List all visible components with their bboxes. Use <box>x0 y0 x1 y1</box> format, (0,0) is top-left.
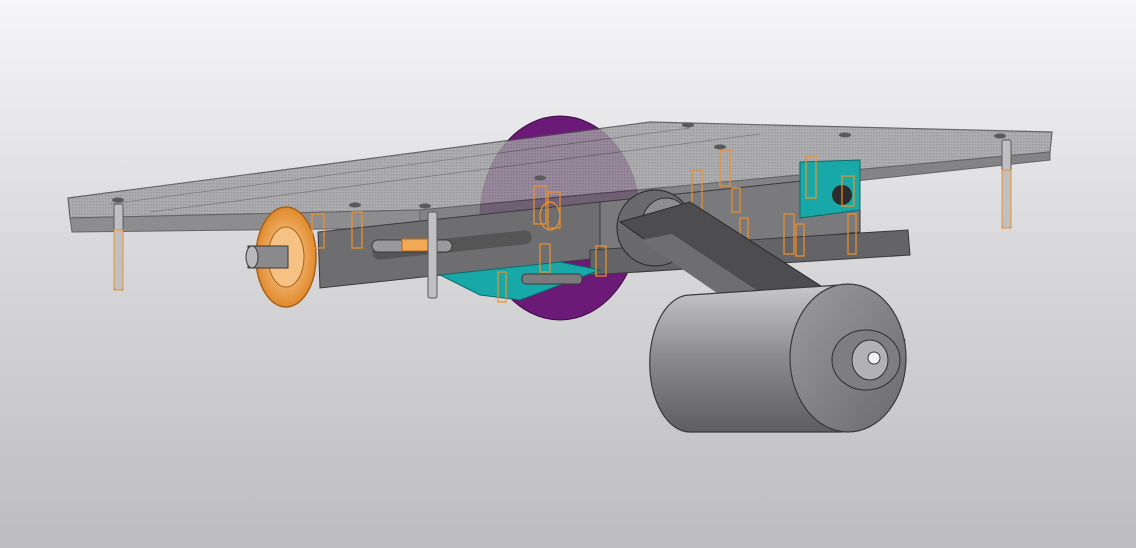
cad-3d-viewport[interactable] <box>0 0 1136 548</box>
tensioner-lever[interactable] <box>521 273 583 285</box>
teal-bracket-right[interactable] <box>799 159 861 219</box>
cad-assembly-model[interactable] <box>0 0 1136 548</box>
roller-cylinder[interactable] <box>649 283 907 433</box>
